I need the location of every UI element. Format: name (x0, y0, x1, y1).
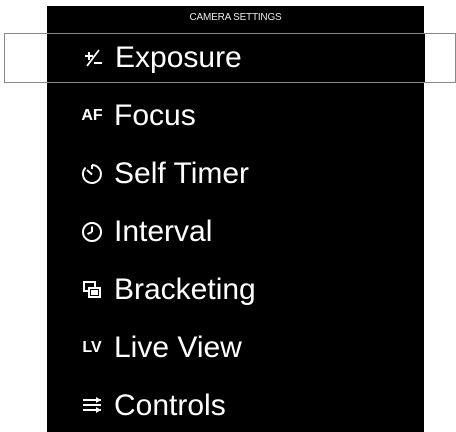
menu-item-focus[interactable]: AF Focus (47, 90, 424, 142)
menu-item-controls[interactable]: Controls (47, 380, 424, 432)
timer-icon (75, 160, 109, 188)
menu-lines-icon (75, 392, 109, 420)
menu-item-label: Bracketing (114, 273, 256, 306)
menu-item-label: Focus (114, 99, 196, 132)
menu-item-label: Controls (114, 389, 226, 422)
menu-item-label: Live View (114, 331, 242, 364)
menu-item-label: Interval (114, 215, 213, 248)
stacked-frames-icon (75, 276, 109, 304)
menu-item-label: Self Timer (114, 157, 250, 190)
clock-icon (75, 218, 109, 246)
af-icon: AF (81, 107, 103, 124)
camera-settings-panel: CAMERA SETTINGS Exposure AF Focus Self T… (4, 6, 456, 432)
lv-icon: LV (82, 339, 102, 356)
menu-item-live-view[interactable]: LV Live View (47, 322, 424, 374)
menu-item-self-timer[interactable]: Self Timer (47, 148, 424, 200)
plus-minus-icon (76, 44, 110, 72)
menu-item-bracketing[interactable]: Bracketing (47, 264, 424, 316)
menu-item-exposure[interactable]: Exposure (4, 33, 456, 83)
menu-item-interval[interactable]: Interval (47, 206, 424, 258)
page-title: CAMERA SETTINGS (189, 12, 282, 23)
menu-item-label: Exposure (115, 41, 242, 74)
